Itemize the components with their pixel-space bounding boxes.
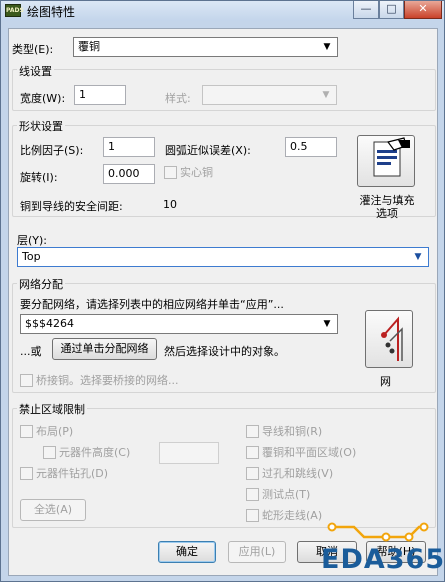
or-text: ...或 — [20, 345, 42, 358]
test-points-checkbox[interactable]: 测试点(T) — [246, 488, 310, 501]
checkbox-box — [20, 374, 33, 387]
width-input[interactable]: 1 — [74, 85, 126, 105]
clearance-value: 10 — [163, 198, 177, 211]
after-text: 然后选择设计中的对象。 — [164, 345, 285, 358]
checkbox-box — [246, 488, 259, 501]
component-drill-checkbox[interactable]: 元器件钻孔(D) — [20, 467, 108, 480]
checkbox-box — [246, 509, 259, 522]
ok-button[interactable]: 确定 — [158, 541, 216, 563]
solid-copper-checkbox[interactable]: 实心铜 — [164, 166, 213, 179]
net-routing-icon — [381, 316, 403, 361]
layer-select[interactable]: Top ▼ — [17, 247, 429, 267]
scale-input[interactable]: 1 — [103, 137, 155, 157]
rotation-label: 旋转(I): — [20, 171, 58, 184]
chevron-down-icon: ▼ — [323, 319, 331, 329]
assign-by-click-button[interactable]: 通过单击分配网络 — [52, 338, 157, 360]
keepout-title: 禁止区域限制 — [17, 401, 87, 417]
maximize-button[interactable]: □ — [379, 1, 404, 19]
copper-plane-label: 覆铜和平面区域(O) — [262, 446, 357, 459]
vias-jumpers-checkbox[interactable]: 过孔和跳线(V) — [246, 467, 333, 480]
line-settings-title: 线设置 — [17, 63, 54, 79]
flood-options-label: 灌注与填充选项 — [359, 194, 415, 220]
checkbox-box — [20, 425, 33, 438]
document-hand-icon — [373, 137, 410, 177]
layer-select-value: Top — [22, 250, 41, 263]
net-assign-title: 网络分配 — [17, 276, 65, 292]
checkbox-box — [246, 467, 259, 480]
shape-settings-title: 形状设置 — [17, 118, 65, 134]
bridge-copper-checkbox[interactable]: 桥接铜。选择要桥接的网络... — [20, 374, 179, 387]
serpentine-label: 蛇形走线(A) — [262, 509, 323, 522]
app-icon: PADS — [5, 4, 24, 17]
minimize-button[interactable]: — — [353, 1, 379, 19]
test-points-label: 测试点(T) — [262, 488, 311, 501]
title-bar: PADS 绘图特性 — □ ✕ — [1, 1, 444, 21]
net-select-value: $$$4264 — [25, 317, 74, 330]
style-select[interactable]: ▼ — [202, 85, 337, 105]
watermark-text: EDA365 — [321, 544, 445, 575]
copper-plane-checkbox[interactable]: 覆铜和平面区域(O) — [246, 446, 356, 459]
checkbox-box — [164, 166, 177, 179]
layout-checkbox[interactable]: 布局(P) — [20, 425, 73, 438]
traces-copper-checkbox[interactable]: 导线和铜(R) — [246, 425, 322, 438]
chevron-down-icon: ▼ — [323, 42, 331, 52]
arc-error-label: 圆弧近似误差(X): — [165, 144, 251, 157]
select-all-button[interactable]: 全选(A) — [20, 499, 86, 521]
net-button-label: 网 — [380, 375, 391, 388]
component-drill-label: 元器件钻孔(D) — [36, 467, 109, 480]
component-height-checkbox[interactable]: 元器件高度(C) — [43, 446, 130, 459]
checkbox-box — [20, 467, 33, 480]
rotation-input[interactable]: 0.000 — [103, 164, 155, 184]
net-button[interactable] — [365, 310, 413, 368]
clearance-label: 铜到导线的安全间距: — [20, 200, 123, 213]
width-label: 宽度(W): — [20, 92, 66, 105]
apply-button[interactable]: 应用(L) — [228, 541, 286, 563]
dialog-window: PADS 绘图特性 — □ ✕ 类型(E): 覆铜 ▼ 线设置 宽度(W): 1… — [0, 0, 445, 582]
checkbox-box — [43, 446, 56, 459]
type-select-value: 覆铜 — [78, 40, 100, 53]
serpentine-checkbox[interactable]: 蛇形走线(A) — [246, 509, 322, 522]
close-button[interactable]: ✕ — [404, 1, 442, 19]
style-label: 样式: — [165, 92, 191, 105]
traces-copper-label: 导线和铜(R) — [262, 425, 323, 438]
dialog-body: 类型(E): 覆铜 ▼ 线设置 宽度(W): 1 样式: ▼ 形状设置 比例因子… — [8, 28, 444, 576]
checkbox-box — [246, 425, 259, 438]
flood-options-button[interactable] — [357, 135, 415, 187]
scale-label: 比例因子(S): — [20, 144, 84, 157]
arc-error-input[interactable]: 0.5 — [285, 137, 337, 157]
chevron-down-icon: ▼ — [414, 252, 422, 262]
layer-label: 层(Y): — [17, 234, 48, 247]
vias-jumpers-label: 过孔和跳线(V) — [262, 467, 334, 480]
type-select[interactable]: 覆铜 ▼ — [73, 37, 338, 57]
net-instruction: 要分配网络，请选择列表中的相应网络并单击“应用”... — [20, 298, 284, 311]
layout-label: 布局(P) — [36, 425, 74, 438]
component-height-input[interactable] — [159, 442, 219, 464]
type-label: 类型(E): — [12, 43, 54, 56]
bridge-copper-label: 桥接铜。选择要桥接的网络... — [36, 374, 179, 387]
component-height-label: 元器件高度(C) — [59, 446, 131, 459]
checkbox-box — [246, 446, 259, 459]
chevron-down-icon: ▼ — [322, 90, 330, 100]
net-select[interactable]: $$$4264 ▼ — [20, 314, 338, 334]
solid-copper-label: 实心铜 — [180, 166, 213, 179]
window-title: 绘图特性 — [27, 5, 76, 19]
